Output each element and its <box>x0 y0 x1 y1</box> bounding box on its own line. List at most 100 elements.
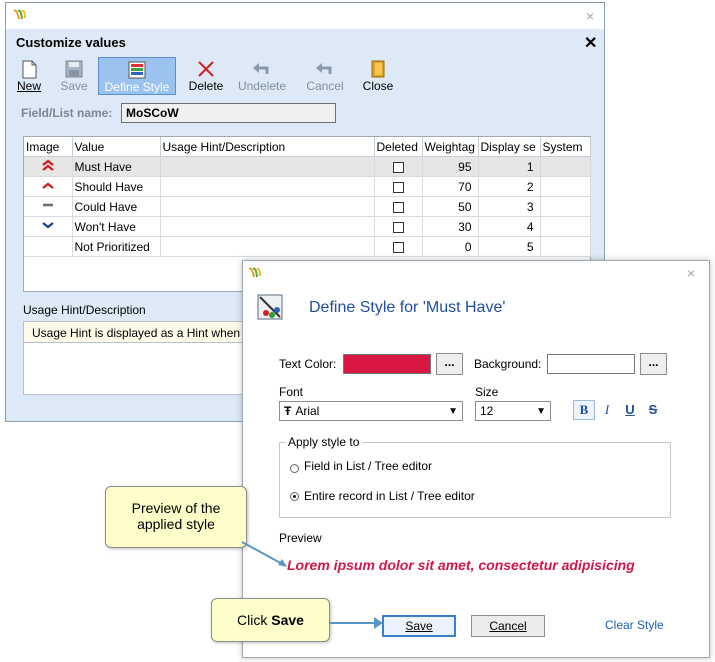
title-bar <box>6 3 604 29</box>
hint-cell[interactable] <box>160 216 375 237</box>
column-header-deleted[interactable]: Deleted <box>374 137 423 157</box>
field-list-label: Field/List name: <box>21 106 113 120</box>
close-button[interactable]: Close <box>358 57 398 95</box>
app-logo-icon <box>13 9 26 20</box>
dialog-close-button[interactable]: × <box>687 265 695 281</box>
column-header-value[interactable]: Value <box>72 137 161 157</box>
text-color-label: Text Color: <box>279 357 337 371</box>
column-header-weightage[interactable]: Weightag <box>422 137 479 157</box>
dialog-title: Define Style for 'Must Have' <box>309 299 506 316</box>
double-chevron-up-icon <box>42 159 54 171</box>
bold-button[interactable]: B <box>573 400 595 420</box>
table-row[interactable]: Won't Have 30 4 <box>24 216 591 237</box>
cancel-toolbar-button[interactable]: Cancel <box>303 57 347 95</box>
font-label: Font <box>279 385 304 399</box>
entire-record-radio-label[interactable]: Entire record in List / Tree editor <box>304 489 475 503</box>
preview-callout: Preview of the applied style <box>105 486 247 548</box>
deleted-checkbox[interactable] <box>392 161 404 173</box>
weightage-cell[interactable]: 70 <box>422 176 479 197</box>
preview-callout-pointer <box>241 541 287 567</box>
cancel-button[interactable]: Cancel <box>471 615 545 637</box>
column-header-usage-hint[interactable]: Usage Hint/Description <box>160 137 375 157</box>
hint-cell[interactable] <box>160 176 375 197</box>
hint-cell[interactable] <box>160 196 375 217</box>
dash-icon <box>42 203 53 207</box>
grid-header: Image Value Usage Hint/Description Delet… <box>24 137 591 157</box>
text-color-picker-button[interactable]: ... <box>436 353 463 375</box>
weightage-cell[interactable]: 30 <box>422 216 479 237</box>
arrow-head-icon <box>374 617 383 629</box>
display-sequence-cell[interactable]: 4 <box>478 216 541 237</box>
display-sequence-cell[interactable]: 3 <box>478 196 541 217</box>
chevron-down-icon <box>42 222 54 229</box>
system-cell <box>540 236 591 257</box>
save-callout: Click Save <box>211 598 330 642</box>
table-row[interactable]: Should Have 70 2 <box>24 176 591 197</box>
size-select[interactable]: 12 ▼ <box>475 401 551 421</box>
value-cell[interactable]: Not Prioritized <box>72 236 161 257</box>
deleted-checkbox[interactable] <box>392 221 404 233</box>
size-value: 12 <box>480 404 494 418</box>
strikethrough-button[interactable]: S <box>642 400 664 420</box>
define-style-button[interactable]: Define Style <box>98 57 176 95</box>
underline-button[interactable]: U <box>619 400 641 420</box>
column-header-image[interactable]: Image <box>24 137 73 157</box>
undelete-button[interactable]: Undelete <box>235 57 289 95</box>
image-cell <box>24 216 73 237</box>
hint-cell[interactable] <box>160 236 375 257</box>
save-callout-bold: Save <box>271 612 304 628</box>
column-header-display-sequence[interactable]: Display se <box>478 137 541 157</box>
system-cell <box>540 196 591 217</box>
save-button[interactable]: Save <box>382 615 456 637</box>
table-row[interactable]: Not Prioritized 0 5 <box>24 236 591 257</box>
weightage-cell[interactable]: 95 <box>422 156 479 177</box>
deleted-cell <box>374 196 423 217</box>
window-heading: Customize values <box>16 35 126 50</box>
display-sequence-cell[interactable]: 2 <box>478 176 541 197</box>
field-list-name-field[interactable]: MoSCoW <box>121 103 336 123</box>
deleted-checkbox[interactable] <box>392 241 404 253</box>
system-cell <box>540 156 591 177</box>
usage-hint-label: Usage Hint/Description <box>23 303 146 317</box>
image-cell <box>24 236 73 257</box>
delete-label: Delete <box>188 79 224 93</box>
font-select[interactable]: Ŧ Arial ▼ <box>279 401 463 421</box>
save-toolbar-button[interactable]: Save <box>56 57 92 95</box>
value-cell[interactable]: Could Have <box>72 196 161 217</box>
window-close-button[interactable]: × <box>586 8 594 24</box>
value-cell[interactable]: Won't Have <box>72 216 161 237</box>
deleted-cell <box>374 176 423 197</box>
save-toolbar-label: Save <box>60 79 88 93</box>
column-header-system[interactable]: System <box>540 137 591 157</box>
background-color-picker-button[interactable]: ... <box>640 353 667 375</box>
font-type-icon: Ŧ <box>284 404 292 418</box>
delete-icon <box>198 61 214 77</box>
background-color-swatch[interactable] <box>547 354 635 374</box>
close-icon[interactable]: ✕ <box>584 33 597 53</box>
image-cell <box>24 176 73 197</box>
value-cell[interactable]: Should Have <box>72 176 161 197</box>
field-only-radio-label[interactable]: Field in List / Tree editor <box>304 459 432 473</box>
delete-button[interactable]: Delete <box>186 57 226 95</box>
entire-record-radio[interactable] <box>290 492 299 501</box>
weightage-cell[interactable]: 0 <box>422 236 479 257</box>
new-button[interactable]: New <box>12 57 46 95</box>
weightage-cell[interactable]: 50 <box>422 196 479 217</box>
deleted-checkbox[interactable] <box>392 181 404 193</box>
text-color-swatch[interactable] <box>343 354 431 374</box>
italic-button[interactable]: I <box>596 400 618 420</box>
hint-cell[interactable] <box>160 156 375 177</box>
save-button-label: Save <box>405 619 433 633</box>
system-cell <box>540 216 591 237</box>
value-cell[interactable]: Must Have <box>72 156 161 177</box>
deleted-checkbox[interactable] <box>392 201 404 213</box>
clear-style-link[interactable]: Clear Style <box>605 618 664 632</box>
field-only-radio[interactable] <box>290 464 299 473</box>
display-sequence-cell[interactable]: 5 <box>478 236 541 257</box>
table-row[interactable]: Could Have 50 3 <box>24 196 591 217</box>
apply-style-label: Apply style to <box>285 435 363 449</box>
define-style-label: Define Style <box>104 80 170 94</box>
table-row[interactable]: Must Have 95 1 <box>24 156 591 177</box>
app-logo-icon <box>248 267 261 278</box>
display-sequence-cell[interactable]: 1 <box>478 156 541 177</box>
